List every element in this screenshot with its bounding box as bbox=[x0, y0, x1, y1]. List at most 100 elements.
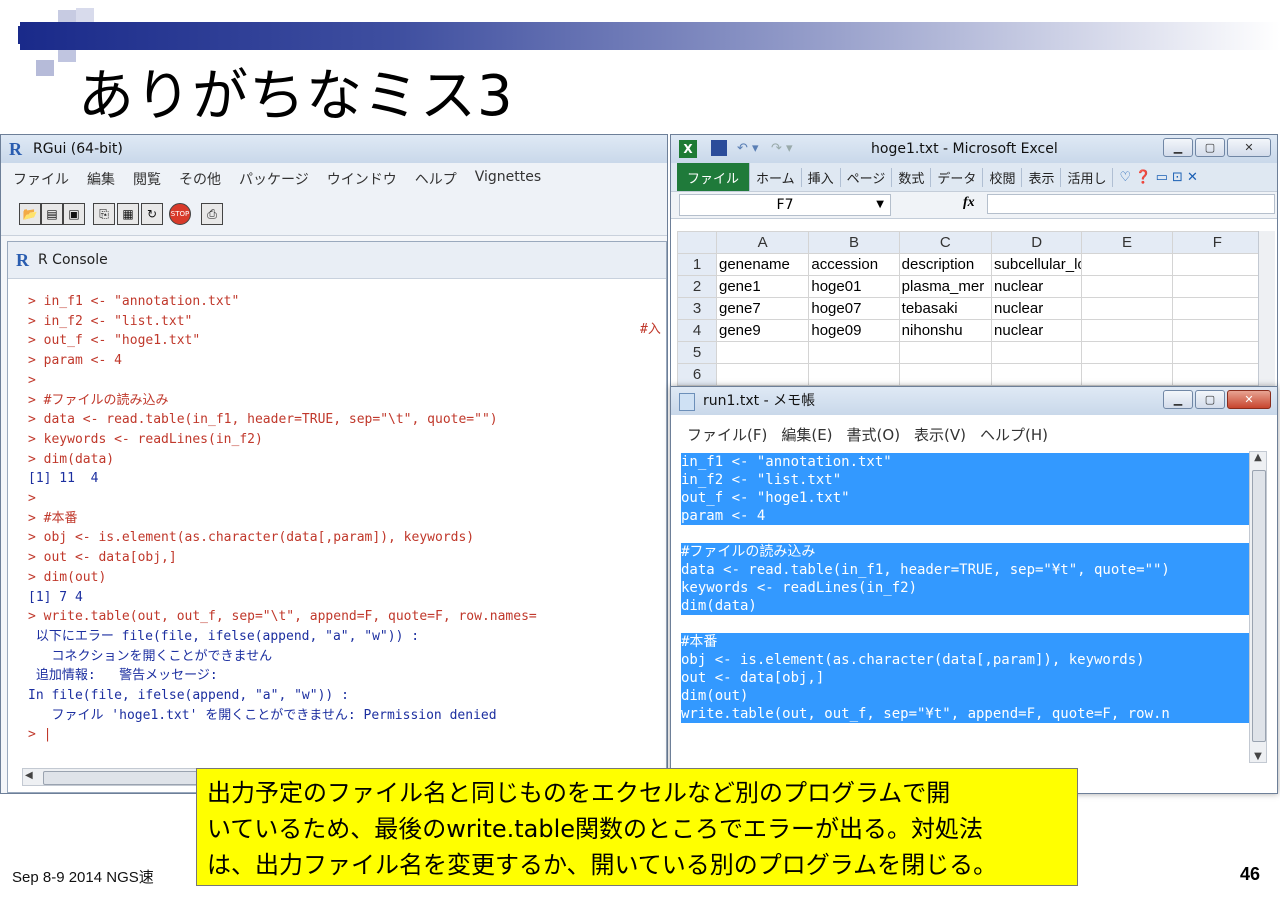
cell[interactable] bbox=[715, 341, 810, 364]
cell[interactable] bbox=[1171, 275, 1264, 298]
cell[interactable]: hoge09 bbox=[808, 319, 900, 342]
notepad-menu-help[interactable]: ヘルプ(H) bbox=[980, 424, 1048, 445]
stop-icon[interactable]: STOP bbox=[169, 203, 191, 225]
cell[interactable]: accession bbox=[808, 253, 900, 276]
minimize-icon[interactable]: ▁ bbox=[1163, 138, 1193, 157]
close-icon[interactable]: ✕ bbox=[1227, 390, 1271, 409]
tab-addins[interactable]: 活用し bbox=[1061, 167, 1114, 187]
chevron-down-icon[interactable]: ▼ bbox=[876, 195, 884, 215]
redo-icon[interactable]: ↷ ▾ bbox=[771, 135, 793, 163]
print-icon[interactable]: ⎙ bbox=[201, 203, 223, 225]
column-header[interactable]: D bbox=[991, 231, 1083, 254]
paste-icon[interactable]: ▦ bbox=[117, 203, 139, 225]
cell[interactable] bbox=[808, 341, 900, 364]
load-workspace-icon[interactable]: ▤ bbox=[41, 203, 63, 225]
quick-save-icon[interactable] bbox=[711, 140, 727, 156]
cell[interactable] bbox=[1081, 297, 1173, 320]
notepad-menu-file[interactable]: ファイル(F) bbox=[687, 424, 767, 445]
maximize-icon[interactable]: ▢ bbox=[1195, 138, 1225, 157]
cell[interactable]: subcellular_location bbox=[991, 253, 1083, 276]
cell[interactable]: plasma_mer bbox=[898, 275, 993, 298]
tab-formulas[interactable]: 数式 bbox=[892, 167, 932, 187]
notepad-menu-view[interactable]: 表示(V) bbox=[914, 424, 966, 445]
close-icon[interactable]: ✕ bbox=[1227, 138, 1271, 157]
rgui-menu-vignettes[interactable]: Vignettes bbox=[475, 169, 541, 191]
cell[interactable]: nuclear bbox=[991, 319, 1083, 342]
rgui-menu-windows[interactable]: ウインドウ bbox=[327, 169, 397, 191]
excel-vscrollbar[interactable] bbox=[1258, 231, 1275, 391]
undo-icon[interactable]: ↶ ▾ bbox=[737, 135, 759, 163]
cell[interactable]: gene7 bbox=[715, 297, 810, 320]
notepad-vscrollbar[interactable]: ▲ ▼ bbox=[1249, 451, 1267, 763]
maximize-icon[interactable]: ▢ bbox=[1195, 390, 1225, 409]
cell[interactable] bbox=[1171, 297, 1264, 320]
cell[interactable]: gene1 bbox=[715, 275, 810, 298]
tab-file[interactable]: ファイル bbox=[677, 162, 751, 192]
row-header[interactable]: 4 bbox=[677, 319, 717, 342]
r-console-output[interactable]: > in_f1 <- "annotation.txt" > in_f2 <- "l… bbox=[28, 292, 664, 752]
tab-insert[interactable]: 挿入 bbox=[802, 167, 841, 187]
name-box[interactable]: F7 ▼ bbox=[679, 194, 891, 216]
cell[interactable]: description bbox=[898, 253, 993, 276]
column-header[interactable]: F bbox=[1171, 231, 1264, 254]
save-icon[interactable]: ▣ bbox=[63, 203, 85, 225]
cell[interactable] bbox=[1081, 363, 1173, 386]
open-script-icon[interactable]: 📂 bbox=[19, 203, 41, 225]
cell[interactable]: tebasaki bbox=[898, 297, 993, 320]
row-header[interactable]: 3 bbox=[677, 297, 717, 320]
notepad-text-area[interactable]: in_f1 <- "annotation.txt" in_f2 <- "list.… bbox=[681, 453, 1249, 753]
cell[interactable] bbox=[715, 363, 810, 386]
rgui-menu-file[interactable]: ファイル bbox=[13, 169, 69, 191]
cell[interactable] bbox=[1081, 319, 1173, 342]
cell[interactable] bbox=[991, 363, 1083, 386]
rgui-menu-help[interactable]: ヘルプ bbox=[415, 169, 457, 191]
copy-icon[interactable]: ⎘ bbox=[93, 203, 115, 225]
cell[interactable] bbox=[1171, 341, 1264, 364]
select-all-corner[interactable] bbox=[677, 231, 717, 254]
row-header[interactable]: 2 bbox=[677, 275, 717, 298]
rgui-menu-packages[interactable]: パッケージ bbox=[239, 169, 309, 191]
tab-review[interactable]: 校閲 bbox=[983, 167, 1023, 187]
row-header[interactable]: 1 bbox=[677, 253, 717, 276]
cell[interactable] bbox=[1081, 275, 1173, 298]
help-icon[interactable]: ♡ ❓ ▭ ⊡ ✕ bbox=[1113, 170, 1203, 185]
cell[interactable] bbox=[1171, 319, 1264, 342]
formula-input[interactable] bbox=[987, 194, 1275, 214]
row-header[interactable]: 6 bbox=[677, 363, 717, 386]
cell[interactable]: nuclear bbox=[991, 297, 1083, 320]
cell[interactable] bbox=[1171, 363, 1264, 386]
cell[interactable]: gene9 bbox=[715, 319, 810, 342]
notepad-vscroll-thumb[interactable] bbox=[1252, 470, 1266, 742]
tab-page[interactable]: ページ bbox=[841, 167, 893, 187]
column-header[interactable]: C bbox=[898, 231, 993, 254]
scroll-up-icon[interactable]: ▲ bbox=[1250, 452, 1266, 463]
notepad-menu-edit[interactable]: 編集(E) bbox=[781, 424, 832, 445]
column-header[interactable]: E bbox=[1081, 231, 1173, 254]
cell[interactable] bbox=[1081, 341, 1173, 364]
rgui-menu-view[interactable]: 閲覧 bbox=[133, 169, 161, 191]
cell[interactable] bbox=[1171, 253, 1264, 276]
row-header[interactable]: 5 bbox=[677, 341, 717, 364]
tab-home[interactable]: ホーム bbox=[750, 167, 802, 187]
cell[interactable] bbox=[991, 341, 1083, 364]
cell[interactable]: hoge01 bbox=[808, 275, 900, 298]
scroll-left-icon[interactable]: ◀ bbox=[25, 770, 33, 781]
cell[interactable] bbox=[808, 363, 900, 386]
fx-icon[interactable]: fx bbox=[963, 195, 975, 211]
cell[interactable]: nihonshu bbox=[898, 319, 993, 342]
copy-paste-icon[interactable]: ↻ bbox=[141, 203, 163, 225]
cell[interactable]: nuclear bbox=[991, 275, 1083, 298]
minimize-icon[interactable]: ▁ bbox=[1163, 390, 1193, 409]
tab-view[interactable]: 表示 bbox=[1022, 167, 1062, 187]
column-header[interactable]: B bbox=[808, 231, 900, 254]
cell[interactable] bbox=[1081, 253, 1173, 276]
cell[interactable] bbox=[898, 341, 993, 364]
cell[interactable]: hoge07 bbox=[808, 297, 900, 320]
rgui-menu-edit[interactable]: 編集 bbox=[87, 169, 115, 191]
tab-data[interactable]: データ bbox=[931, 167, 984, 187]
rgui-menu-misc[interactable]: その他 bbox=[179, 169, 221, 191]
notepad-menu-format[interactable]: 書式(O) bbox=[847, 424, 901, 445]
cell[interactable] bbox=[898, 363, 993, 386]
scroll-down-icon[interactable]: ▼ bbox=[1250, 751, 1266, 762]
column-header[interactable]: A bbox=[715, 231, 810, 254]
